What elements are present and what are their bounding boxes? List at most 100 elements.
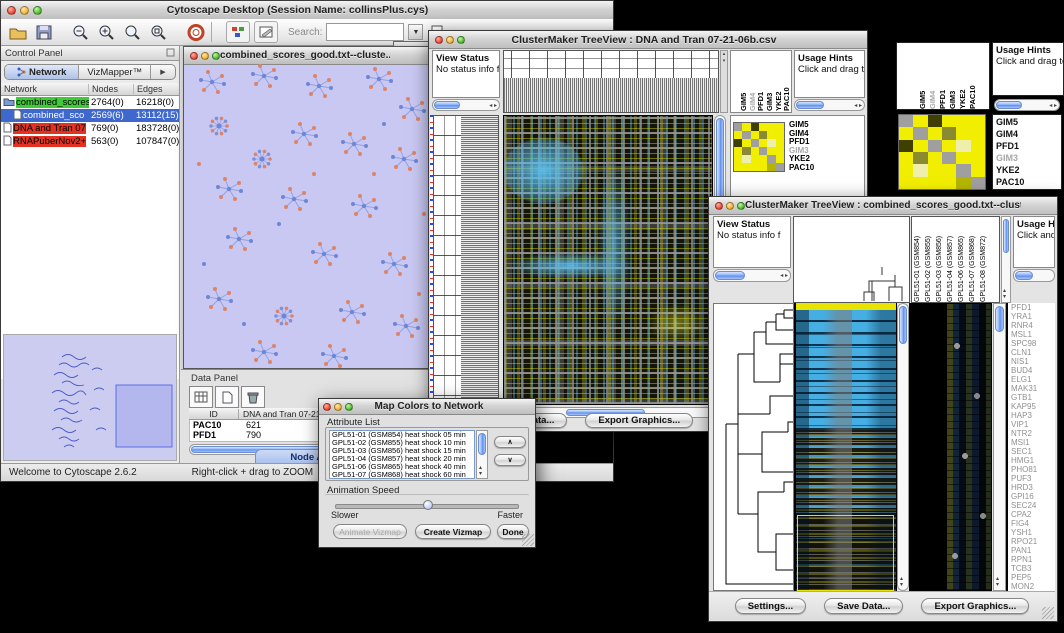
tv1-status-scrollbar[interactable]: ◂ ▸: [432, 99, 500, 111]
heatmap-cell[interactable]: [776, 139, 784, 147]
heatmap-cell[interactable]: [734, 131, 742, 139]
tv1-minimize-button[interactable]: [446, 36, 454, 44]
tv1-column-dendrogram[interactable]: [503, 50, 719, 113]
zoom-button[interactable]: [33, 6, 42, 15]
animate-vizmap-button[interactable]: Animate Vizmap: [333, 524, 407, 539]
heatmap-cell[interactable]: [913, 115, 927, 127]
heatmap-cell[interactable]: [956, 115, 970, 127]
tv1-coldendro-arrows[interactable]: ▴▾: [720, 50, 728, 113]
heatmap-cell[interactable]: [751, 155, 759, 163]
heatmap-cell[interactable]: [928, 115, 942, 127]
fragment-row-label[interactable]: YKE2: [996, 164, 1058, 176]
tv2-zoom-button[interactable]: [737, 202, 745, 210]
heatmap-cell[interactable]: [942, 127, 956, 139]
zoom-fit-icon[interactable]: [121, 22, 143, 42]
heatmap-cell[interactable]: [913, 140, 927, 152]
heatmap-cell[interactable]: [742, 139, 750, 147]
fragment-hscrollbar[interactable]: ◂ ▸: [994, 99, 1060, 111]
fragment-row-label[interactable]: PAC10: [996, 176, 1058, 188]
main-titlebar[interactable]: Cytoscape Desktop (Session Name: collins…: [1, 1, 613, 20]
heatmap-cell[interactable]: [734, 139, 742, 147]
heatmap-cell[interactable]: [776, 163, 784, 171]
gene-label[interactable]: CPA2: [1011, 510, 1055, 519]
tv2-hints-scrollbar[interactable]: [1013, 269, 1055, 282]
heatmap-cell[interactable]: [971, 127, 985, 139]
float-panel-icon[interactable]: [166, 44, 175, 62]
attribute-list-vscrollbar[interactable]: ▴▾: [476, 430, 488, 479]
gene-label[interactable]: NTR2: [1011, 429, 1055, 438]
new-attribute-icon[interactable]: [215, 386, 239, 408]
gene-label[interactable]: MAK31: [1011, 384, 1055, 393]
heatmap-cell[interactable]: [751, 147, 759, 155]
heatmap-cell[interactable]: [956, 177, 970, 189]
gene-label[interactable]: PAN1: [1011, 546, 1055, 555]
zoom-selected-icon[interactable]: [147, 22, 169, 42]
help-lifebuoy-icon[interactable]: [185, 22, 207, 42]
tv2-row-dendrogram[interactable]: [713, 303, 794, 591]
heatmap-cell[interactable]: [767, 131, 775, 139]
gene-label[interactable]: YSH1: [1011, 528, 1055, 537]
heatmap-cell[interactable]: [759, 163, 767, 171]
create-vizmap-button[interactable]: Create Vizmap: [415, 524, 491, 539]
heatmap-cell[interactable]: [971, 164, 985, 176]
gene-label[interactable]: SEC24: [1011, 501, 1055, 510]
gene-label[interactable]: PUF3: [1011, 474, 1055, 483]
tv2-close-button[interactable]: [715, 202, 723, 210]
heatmap-cell[interactable]: [956, 152, 970, 164]
move-up-button[interactable]: ∧: [494, 436, 526, 448]
attribute-listbox[interactable]: GPL51-01 (GSM854) heat shock 05 minGPL51…: [329, 430, 475, 479]
dialog-minimize-button[interactable]: [334, 403, 342, 411]
delete-attribute-trash-icon[interactable]: [241, 386, 265, 408]
heatmap-cell[interactable]: [734, 123, 742, 131]
heatmap-cell[interactable]: [751, 123, 759, 131]
heatmap-cell[interactable]: [759, 147, 767, 155]
heatmap-cell[interactable]: [942, 152, 956, 164]
heatmap-cell[interactable]: [776, 155, 784, 163]
heatmap-cell[interactable]: [899, 177, 913, 189]
heatmap-cell[interactable]: [742, 131, 750, 139]
netwin-minimize-button[interactable]: [201, 52, 209, 60]
tv1-zoom-heatmap[interactable]: [733, 122, 785, 172]
heatmap-cell[interactable]: [899, 140, 913, 152]
gene-label[interactable]: RNR4: [1011, 321, 1055, 330]
tv1-row-dendrogram[interactable]: [433, 115, 499, 405]
gene-label[interactable]: MSL1: [1011, 330, 1055, 339]
tv2-column-dendrogram[interactable]: [793, 216, 910, 303]
tv1-global-heatmap[interactable]: [503, 115, 713, 405]
tv2-status-scrollbar[interactable]: ◂ ▸: [713, 269, 791, 282]
heatmap-cell[interactable]: [913, 177, 927, 189]
animation-speed-slider[interactable]: [335, 500, 519, 510]
zoom-out-icon[interactable]: [69, 22, 91, 42]
heatmap-cell[interactable]: [942, 177, 956, 189]
tab-overflow-arrow[interactable]: ▶: [151, 65, 175, 79]
tv2-heatmap-vscrollbar[interactable]: ▴▾: [897, 303, 909, 591]
heatmap-cell[interactable]: [759, 131, 767, 139]
gene-label[interactable]: MON2: [1011, 582, 1055, 591]
annotation-icon[interactable]: [254, 21, 278, 43]
fragment-zoom-heatmap[interactable]: [898, 114, 986, 190]
search-dropdown-icon[interactable]: ▼: [408, 24, 423, 40]
heatmap-cell[interactable]: [928, 164, 942, 176]
gene-label[interactable]: PHO81: [1011, 465, 1055, 474]
heatmap-cell[interactable]: [776, 147, 784, 155]
gene-label[interactable]: HAP3: [1011, 411, 1055, 420]
gene-label[interactable]: SEC1: [1011, 447, 1055, 456]
heatmap-cell[interactable]: [734, 163, 742, 171]
heatmap-cell[interactable]: [971, 140, 985, 152]
tv2-gene-list[interactable]: PFD1YRA1RNR4MSL1SPC98CLN1NIS1BUD4ELG1MAK…: [1006, 303, 1055, 591]
tv1-hints-scrollbar[interactable]: ◂ ▸: [794, 99, 865, 111]
treeview2-titlebar[interactable]: ClusterMaker TreeView : combined_scores_…: [709, 197, 1057, 215]
network-overview-panel[interactable]: [3, 334, 177, 461]
gene-label[interactable]: SPC98: [1011, 339, 1055, 348]
vizmapper-icon[interactable]: [226, 21, 250, 43]
netwin-zoom-button[interactable]: [212, 52, 220, 60]
gene-label[interactable]: MSI1: [1011, 438, 1055, 447]
gene-label[interactable]: VIP1: [1011, 420, 1055, 429]
heatmap-cell[interactable]: [899, 152, 913, 164]
network-list-item[interactable]: RNAPuberNov2+ 563(0) 107847(0): [1, 135, 179, 148]
gene-label[interactable]: RPN1: [1011, 555, 1055, 564]
table-view-icon[interactable]: [189, 386, 213, 408]
gene-label[interactable]: GPI16: [1011, 492, 1055, 501]
gene-label[interactable]: BUD4: [1011, 366, 1055, 375]
heatmap-cell[interactable]: [742, 163, 750, 171]
